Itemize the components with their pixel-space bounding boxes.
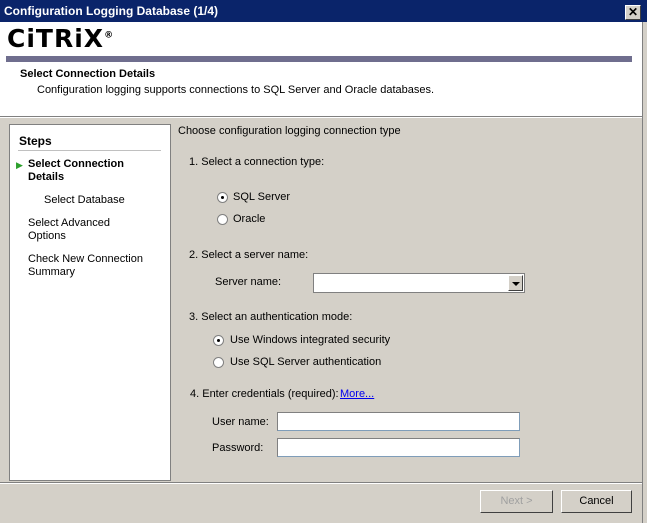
step-select-database: Select Database — [44, 194, 125, 206]
main-title: Choose configuration logging connection … — [178, 125, 401, 137]
windows-security-label[interactable]: Use Windows integrated security — [230, 334, 390, 346]
steps-heading: Steps — [19, 134, 52, 148]
next-button[interactable]: Next > — [480, 490, 553, 513]
citrix-logo: CiTRiX® — [7, 24, 115, 53]
oracle-radio[interactable] — [217, 214, 228, 225]
close-icon: ✕ — [627, 5, 639, 19]
title-bar: Configuration Logging Database (1/4) ✕ — [0, 0, 647, 22]
page-subtitle: Configuration logging supports connectio… — [37, 84, 435, 96]
server-name-combobox[interactable] — [313, 273, 525, 293]
accent-bar — [6, 56, 632, 62]
footer-divider-highlight — [0, 483, 642, 484]
credentials-label: 4. Enter credentials (required): — [190, 388, 339, 400]
more-link[interactable]: More... — [340, 388, 374, 400]
steps-divider — [18, 150, 161, 151]
step-check-new-connection-summary: Check New Connection Summary — [28, 253, 143, 278]
step-select-advanced-options: Select Advanced Options — [28, 217, 110, 242]
server-name-label: Server name: — [215, 276, 282, 288]
sql-auth-label[interactable]: Use SQL Server authentication — [230, 356, 381, 368]
current-step-arrow-icon: ▶ — [16, 160, 23, 170]
password-label: Password: — [212, 442, 264, 454]
username-input[interactable] — [277, 412, 520, 431]
cancel-button[interactable]: Cancel — [561, 490, 632, 513]
server-name-section-label: 2. Select a server name: — [189, 249, 309, 261]
steps-panel: Steps ▶ Select Connection Details Select… — [9, 124, 171, 481]
auth-mode-label: 3. Select an authentication mode: — [189, 311, 353, 323]
sql-auth-radio[interactable] — [213, 357, 224, 368]
window-right-edge — [642, 22, 647, 523]
sql-server-radio[interactable] — [217, 192, 228, 203]
windows-security-radio[interactable] — [213, 335, 224, 346]
password-input[interactable] — [277, 438, 520, 457]
connection-type-label: 1. Select a connection type: — [189, 156, 325, 168]
page-title: Select Connection Details — [20, 68, 156, 80]
chevron-down-icon[interactable] — [508, 275, 523, 291]
header-divider-highlight — [0, 117, 642, 118]
close-button[interactable]: ✕ — [625, 5, 641, 20]
window-title: Configuration Logging Database (1/4) — [4, 4, 219, 18]
sql-server-label[interactable]: SQL Server — [233, 191, 290, 203]
wizard-header: CiTRiX® Select Connection Details Config… — [0, 22, 642, 116]
step-select-connection-details: Select Connection Details — [28, 158, 124, 183]
username-label: User name: — [212, 416, 269, 428]
oracle-label[interactable]: Oracle — [233, 213, 265, 225]
